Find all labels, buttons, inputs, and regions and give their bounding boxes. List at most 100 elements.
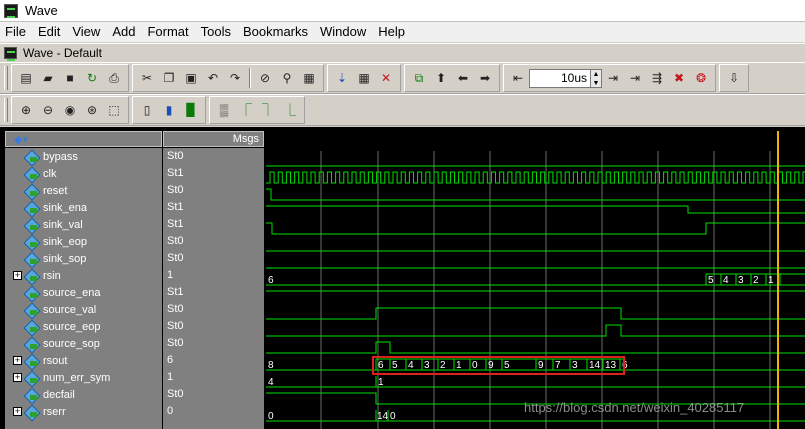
signal-row-sink-sop[interactable]: sink_sop — [5, 250, 86, 267]
open-folder-icon[interactable]: ▰ — [39, 69, 57, 87]
undo-icon[interactable]: ↶ — [204, 69, 222, 87]
signal-names-pane: bypass clk reset sink_ena sink_val sink_eop si… — [5, 148, 162, 429]
rising-edge-icon[interactable]: ⎾ — [237, 101, 255, 119]
signal-type-icon — [25, 270, 39, 282]
arrow-left-icon[interactable]: ⬅ — [454, 69, 472, 87]
zoom-full-icon[interactable]: ◉ — [61, 101, 79, 119]
signal-value: St0 — [167, 235, 184, 247]
zoom-range-icon[interactable]: ⬚ — [105, 101, 123, 119]
insert-signal-icon[interactable]: ⇣ — [333, 69, 351, 87]
window-titlebar: Wave — [0, 0, 805, 22]
find-next-icon[interactable]: ▦ — [300, 69, 318, 87]
wave-clk — [266, 171, 805, 184]
signal-row-source-ena[interactable]: source_ena — [5, 284, 101, 301]
paste-icon[interactable]: ▣ — [182, 69, 200, 87]
menu-window[interactable]: Window — [315, 22, 373, 42]
zoom-cursor-icon[interactable]: ⊛ — [83, 101, 101, 119]
signal-row-rserr[interactable]: + rserr — [5, 403, 66, 420]
signal-row-rsin[interactable]: + rsin — [5, 267, 61, 284]
cursor-mode-icon[interactable]: ▮ — [160, 101, 178, 119]
step-icon[interactable]: ⇩ — [725, 69, 743, 87]
signal-name: bypass — [43, 150, 78, 163]
expand-bus-icon[interactable]: + — [13, 271, 22, 280]
break-icon[interactable]: ⊘ — [256, 69, 274, 87]
signal-row-decfail[interactable]: decfail — [5, 386, 75, 403]
menu-edit[interactable]: Edit — [33, 22, 67, 42]
expand-bus-icon[interactable]: + — [13, 373, 22, 382]
signal-row-source-sop[interactable]: source_sop — [5, 335, 100, 352]
redo-icon[interactable]: ↷ — [226, 69, 244, 87]
continue-icon[interactable]: ⇥ — [626, 69, 644, 87]
reload-icon[interactable]: ↻ — [83, 69, 101, 87]
print-icon[interactable]: ⎙ — [105, 69, 123, 87]
signal-row-rsout[interactable]: + rsout — [5, 352, 67, 369]
rsin-start-label: 6 — [268, 275, 274, 286]
copy-icon[interactable]: ❐ — [160, 69, 178, 87]
edit-tool-group: ✂ ❐ ▣ ↶ ↷ ⊘ ⚲ ▦ — [132, 64, 324, 92]
grid-icon[interactable]: ▦ — [355, 69, 373, 87]
signal-row-source-eop[interactable]: source_eop — [5, 318, 101, 335]
arrow-right-icon[interactable]: ➡ — [476, 69, 494, 87]
signal-row-bypass[interactable]: bypass — [5, 148, 78, 165]
signal-row-clk[interactable]: clk — [5, 165, 56, 182]
run-icon[interactable]: ⇥ — [604, 69, 622, 87]
arrow-up-icon[interactable]: ⬆ — [432, 69, 450, 87]
expand-bus-icon[interactable]: + — [13, 407, 22, 416]
edge-tool-group: ▒ ⎾ ⏋ ⎿ — [209, 96, 305, 124]
edge-find-icon[interactable]: ▒ — [215, 101, 233, 119]
signal-name: source_sop — [43, 337, 100, 350]
toolbar-grip[interactable] — [4, 66, 8, 90]
rserr-tail-label: 0 — [390, 411, 396, 422]
run-length-spinner[interactable]: ▲ ▼ — [591, 68, 602, 88]
names-header[interactable]: ◆▾ — [5, 131, 162, 147]
signal-name: source_val — [43, 303, 97, 316]
next-edge-icon[interactable]: ⎿ — [281, 101, 299, 119]
insert-cursor-icon[interactable]: ▯ — [138, 101, 156, 119]
signal-value: 0 — [167, 405, 174, 417]
zoom-out-icon[interactable]: ⊖ — [39, 101, 57, 119]
signal-row-source-val[interactable]: source_val — [5, 301, 96, 318]
app-wave-icon — [4, 3, 18, 18]
signal-row-num-err-sym[interactable]: + num_err_sym — [5, 369, 110, 386]
signal-value: 6 — [167, 354, 174, 366]
waveform-pane[interactable]: 6 5 4 3 2 1 8 6 5 4 3 2 1 0 9 5 9 7 3 14 13 6 4 1 0 14 0 — [266, 131, 805, 429]
run-all-icon[interactable]: ⇶ — [648, 69, 666, 87]
menu-help[interactable]: Help — [373, 22, 412, 42]
falling-edge-icon[interactable]: ⏋ — [259, 101, 277, 119]
save-icon[interactable]: ■ — [61, 69, 79, 87]
rsin-value-label: 3 — [738, 275, 744, 286]
menu-format[interactable]: Format — [142, 22, 195, 42]
run-length-input[interactable]: 10us — [529, 68, 591, 88]
signal-row-sink-val[interactable]: sink_val — [5, 216, 83, 233]
zoom-box-icon[interactable]: ⧉ — [410, 69, 428, 87]
wave-sink-ena — [266, 205, 805, 214]
find-icon[interactable]: ⚲ — [278, 69, 296, 87]
zoom-in-icon[interactable]: ⊕ — [17, 101, 35, 119]
menu-view[interactable]: View — [67, 22, 107, 42]
signal-row-sink-ena[interactable]: sink_ena — [5, 199, 87, 216]
menu-tools[interactable]: Tools — [196, 22, 238, 42]
menu-bookmarks[interactable]: Bookmarks — [238, 22, 315, 42]
signal-group-icon[interactable]: ◆▾ — [14, 133, 28, 146]
wave-toolbar: ⊕ ⊖ ◉ ⊛ ⬚ ▯ ▮ ▉ ▒ ⎾ ⏋ ⎿ — [0, 94, 805, 126]
rsout-value-label: 2 — [440, 360, 446, 371]
break-run-icon[interactable]: ✖ — [670, 69, 688, 87]
signal-row-sink-eop[interactable]: sink_eop — [5, 233, 87, 250]
signal-type-icon — [25, 355, 39, 367]
cut-icon[interactable]: ✂ — [138, 69, 156, 87]
watermark-text: https://blog.csdn.net/weixin_40285117 — [524, 400, 745, 415]
lock-cursor-icon[interactable]: ▉ — [182, 101, 200, 119]
toolbar-grip-2[interactable] — [4, 98, 8, 122]
rsout-value-label: 0 — [472, 360, 478, 371]
menu-add[interactable]: Add — [107, 22, 142, 42]
signal-name: sink_val — [43, 218, 83, 231]
restart-icon[interactable]: ⇤ — [509, 69, 527, 87]
waveform-canvas[interactable]: 6 5 4 3 2 18 6 5 4 3 2 1 0 9 5 9 7 3 14 13 64 10 14 0 — [266, 131, 805, 429]
stop-icon[interactable]: ❂ — [692, 69, 710, 87]
menu-file[interactable]: File — [0, 22, 33, 42]
new-file-icon[interactable]: ▤ — [17, 69, 35, 87]
delete-signal-icon[interactable]: ✕ — [377, 69, 395, 87]
rsout-value-label: 3 — [572, 360, 578, 371]
signal-row-reset[interactable]: reset — [5, 182, 67, 199]
expand-bus-icon[interactable]: + — [13, 356, 22, 365]
